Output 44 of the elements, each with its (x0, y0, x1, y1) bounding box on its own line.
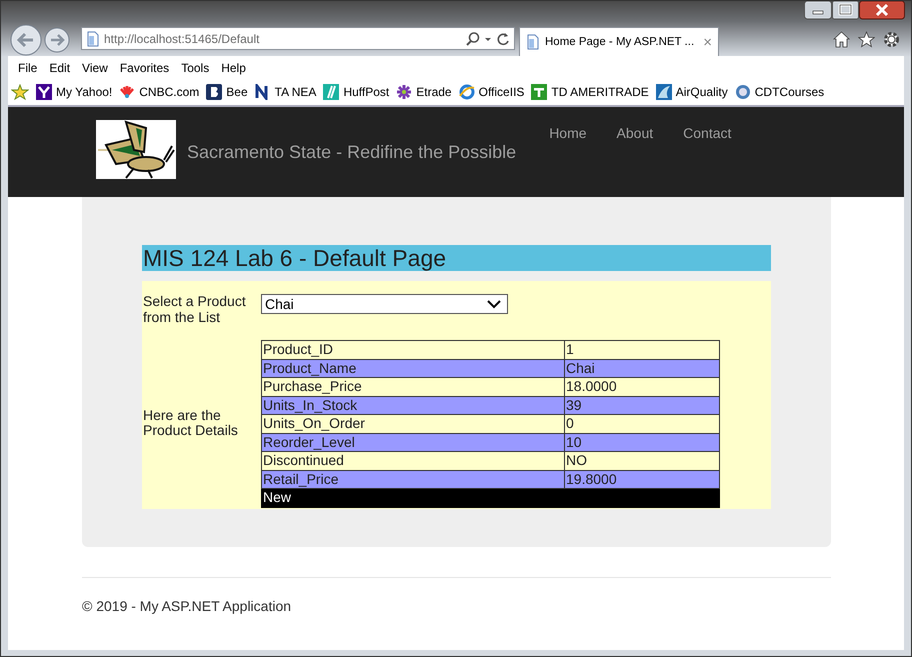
menu-item[interactable]: Edit (43, 60, 76, 74)
field-value-cell: 10 (564, 433, 720, 452)
close-tab-button[interactable]: × (703, 34, 712, 50)
favorite-link[interactable]: HuffPost (323, 84, 390, 100)
favorite-link[interactable]: My Yahoo! (36, 84, 112, 100)
field-value-cell: Chai (564, 359, 720, 378)
field-name-cell: Retail_Price (262, 470, 564, 488)
favorite-link[interactable]: CDTCourses (734, 84, 824, 100)
field-name-cell: Product_Name (262, 359, 564, 378)
favorite-link[interactable]: OfficeIIS (458, 84, 524, 100)
new-link[interactable]: New (263, 489, 292, 506)
menu-item[interactable]: File (12, 60, 44, 74)
menu-item[interactable]: Tools (175, 60, 216, 74)
favorite-link[interactable]: CNBC.com (119, 84, 200, 100)
field-name-cell: Product_ID (262, 340, 564, 359)
favorite-link[interactable]: AirQuality (656, 84, 728, 100)
favorite-link[interactable]: TA NEA (254, 84, 316, 100)
field-name-cell: Units_In_Stock (262, 396, 564, 414)
nav-link[interactable]: Contact (668, 125, 746, 141)
field-value-cell: 39 (564, 396, 720, 414)
nav-link[interactable]: Home (534, 125, 602, 141)
field-value-cell: 18.0000 (564, 378, 720, 396)
menu-item[interactable]: View (76, 60, 114, 74)
favorite-link[interactable]: Etrade (396, 84, 452, 100)
nav-link[interactable]: About (602, 125, 668, 141)
field-value-cell: 1 (564, 340, 720, 359)
field-value-cell: NO (564, 452, 720, 470)
field-name-cell: Units_On_Order (262, 414, 564, 433)
select-label: Select a Product from the List (143, 293, 247, 325)
field-value-cell: 19.8000 (564, 470, 720, 488)
details-label: Here are the Product Details (143, 408, 239, 438)
field-name-cell: Discontinued (262, 452, 564, 470)
favorite-link[interactable]: Bee (206, 84, 248, 100)
site-title[interactable]: Sacramento State - Redifine the Possible (187, 142, 516, 162)
browser-tab[interactable]: Home Page - My ASP.NET ... × (519, 27, 719, 56)
field-name-cell: Reorder_Level (262, 433, 564, 452)
menu-item[interactable]: Favorites (114, 60, 176, 74)
favorite-link[interactable]: TD AMERITRADE (531, 84, 649, 100)
product-dropdown[interactable]: Chai (261, 294, 508, 314)
page-heading: MIS 124 Lab 6 - Default Page (142, 245, 771, 271)
menu-item[interactable]: Help (215, 60, 252, 74)
field-name-cell: Purchase_Price (262, 378, 564, 396)
footer-text: © 2019 - My ASP.NET Application (82, 598, 292, 614)
field-value-cell: 0 (564, 414, 720, 433)
